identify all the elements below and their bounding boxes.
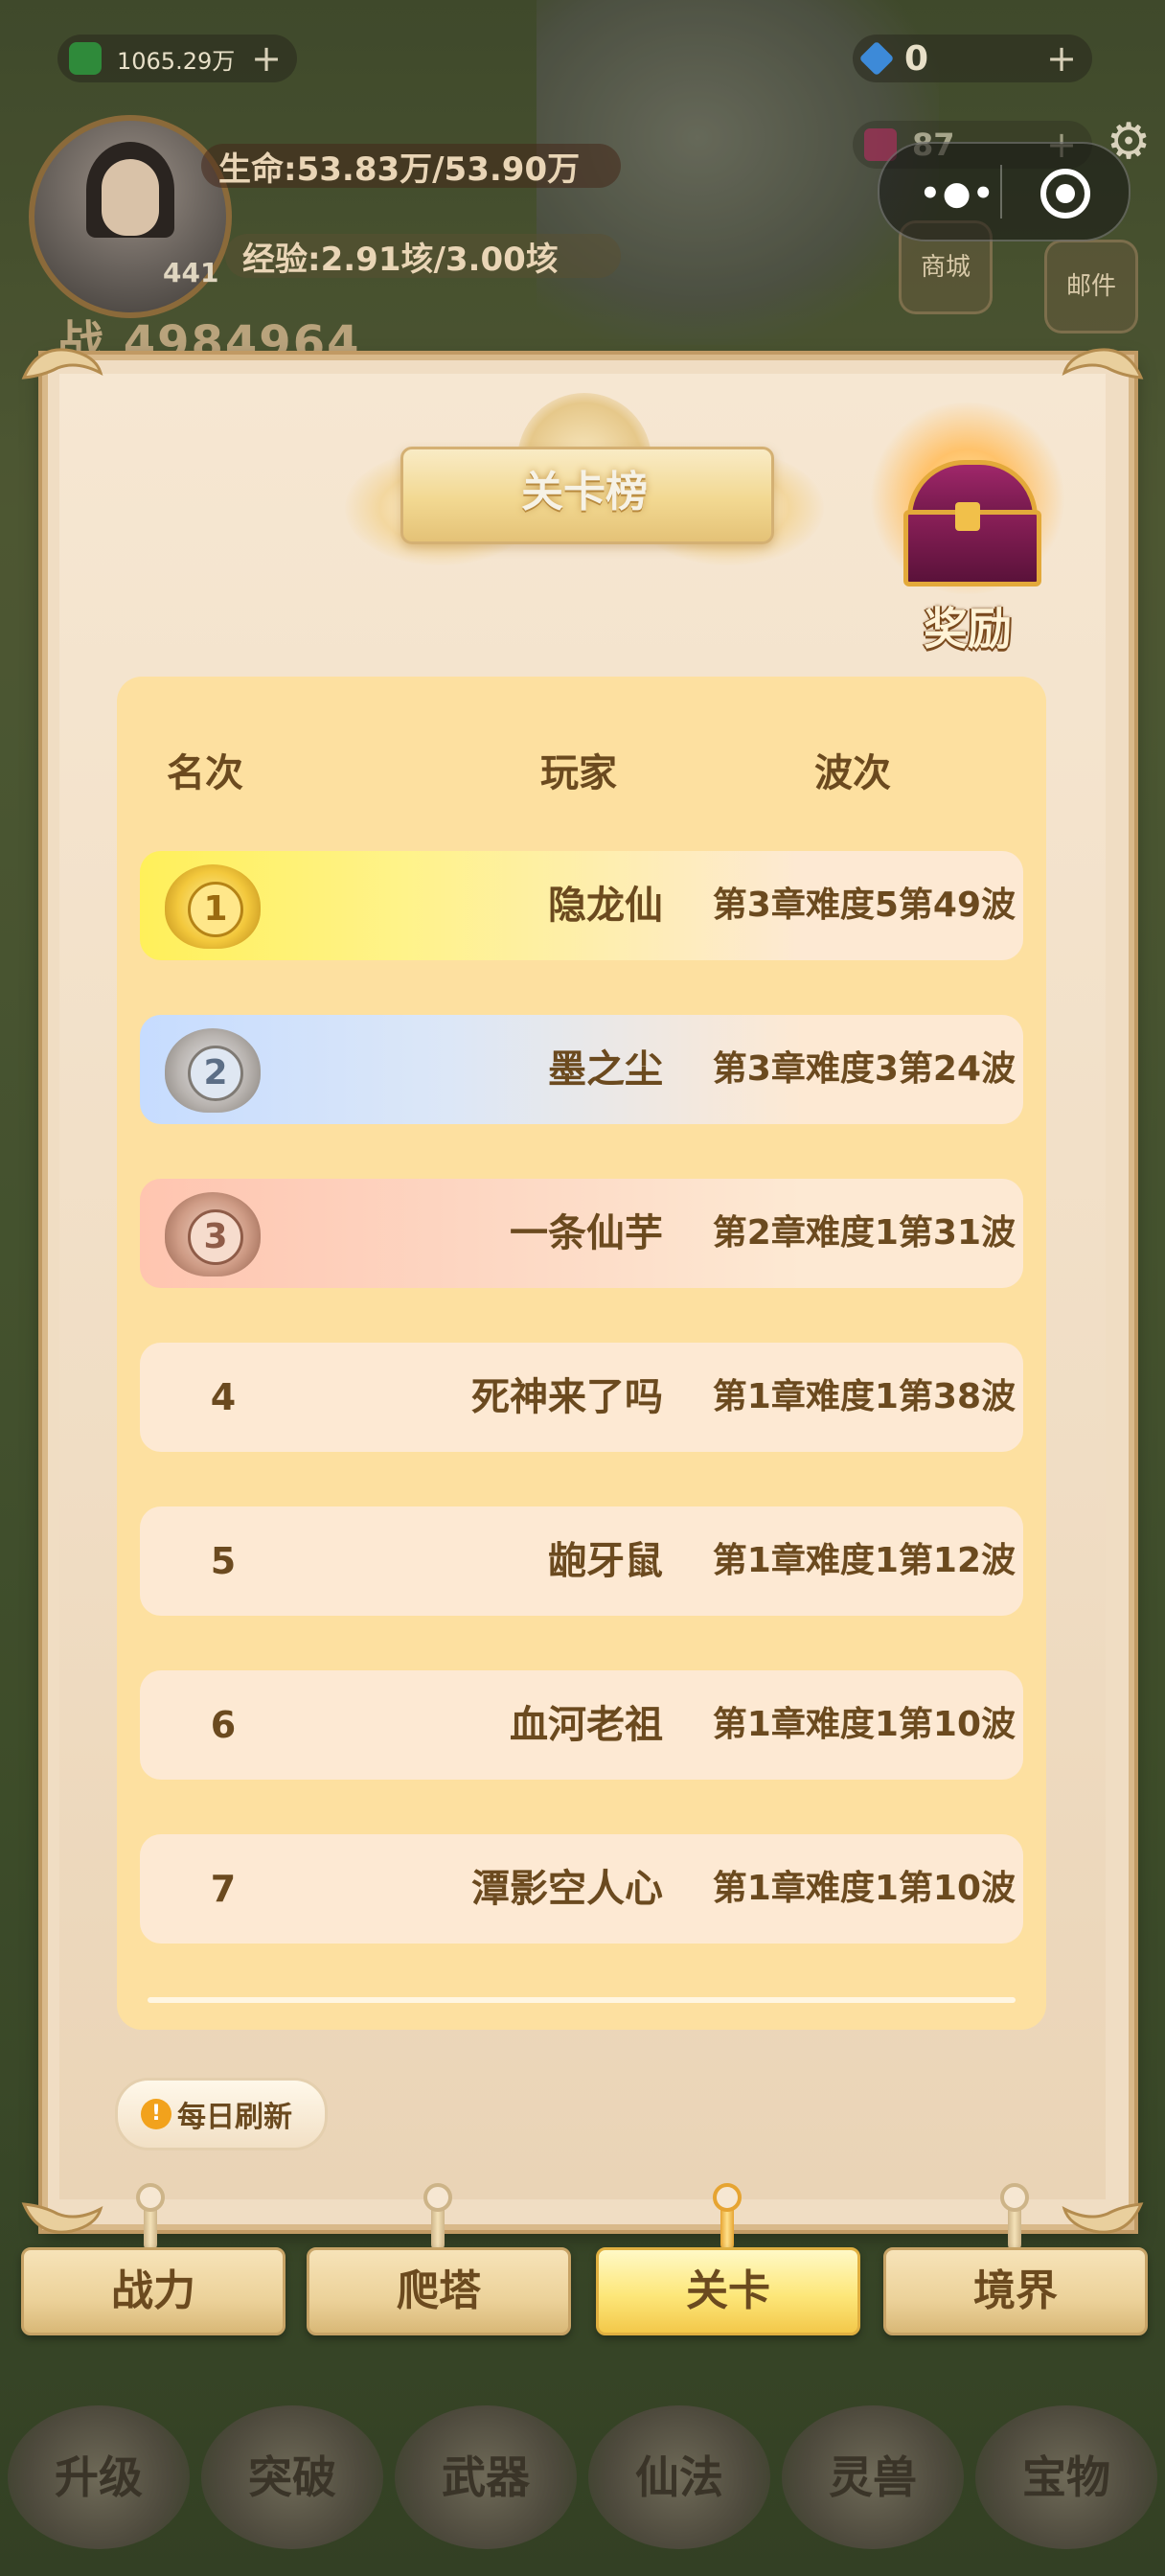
tab-hanger-ring bbox=[713, 2183, 742, 2212]
silver-medal-icon: 2 bbox=[159, 1024, 266, 1116]
player-wave: 第3章难度5第49波 bbox=[712, 886, 1016, 925]
rank-number: 7 bbox=[210, 1868, 237, 1910]
hp-bar: 生命:53.83万/53.90万 bbox=[201, 144, 621, 189]
player-wave: 第2章难度1第31波 bbox=[712, 1213, 1016, 1253]
info-icon: ! bbox=[141, 2099, 171, 2129]
menu-upgrade[interactable]: 升级 bbox=[8, 2405, 190, 2549]
player-wave: 第3章难度3第24波 bbox=[712, 1049, 1016, 1089]
rank-number: 5 bbox=[210, 1540, 237, 1582]
add-gold-button[interactable]: + bbox=[251, 37, 282, 80]
daily-refresh-badge: ! 每日刷新 bbox=[115, 2078, 328, 2150]
corner-ornament-bottom-right bbox=[1062, 2202, 1144, 2234]
menu-treasure[interactable]: 宝物 bbox=[975, 2405, 1157, 2549]
ranking-row[interactable]: 5 龅牙鼠 第1章难度1第12波 bbox=[140, 1506, 1023, 1616]
rank-number: 3 bbox=[188, 1209, 243, 1265]
menu-beast[interactable]: 灵兽 bbox=[782, 2405, 964, 2549]
tab-hanger-ring bbox=[136, 2183, 165, 2212]
player-name: 血河老祖 bbox=[510, 1703, 663, 1747]
ranking-row[interactable]: 3 一条仙芋 第2章难度1第31波 bbox=[140, 1179, 1023, 1288]
player-name: 潭影空人心 bbox=[471, 1867, 663, 1911]
tab-power[interactable]: 战力 bbox=[21, 2247, 286, 2335]
panel-title: 关卡榜 bbox=[521, 468, 648, 517]
tab-realm[interactable]: 境界 bbox=[883, 2247, 1148, 2335]
player-name: 龅牙鼠 bbox=[548, 1539, 663, 1583]
rank-number: 2 bbox=[188, 1046, 243, 1101]
rank-number: 4 bbox=[210, 1376, 237, 1418]
player-wave: 第1章难度1第10波 bbox=[712, 1869, 1016, 1908]
column-header-rank: 名次 bbox=[167, 751, 243, 795]
gem-currency-bar: 0 + bbox=[853, 34, 1092, 82]
player-wave: 第1章难度1第12波 bbox=[712, 1541, 1016, 1580]
player-name: 一条仙芋 bbox=[510, 1211, 663, 1255]
bronze-medal-icon: 3 bbox=[159, 1188, 266, 1280]
rank-number: 6 bbox=[210, 1704, 237, 1746]
ranking-row[interactable]: 1 隐龙仙 第3章难度5第49波 bbox=[140, 851, 1023, 960]
player-name: 死神来了吗 bbox=[471, 1375, 663, 1419]
menu-spell[interactable]: 仙法 bbox=[588, 2405, 770, 2549]
corner-ornament-bottom-left bbox=[21, 2202, 103, 2234]
capsule-divider bbox=[1000, 165, 1002, 218]
gold-medal-icon: 1 bbox=[159, 861, 266, 953]
diamond-icon bbox=[858, 40, 895, 77]
chest-lock bbox=[955, 502, 980, 531]
tab-tower[interactable]: 爬塔 bbox=[307, 2247, 571, 2335]
player-wave: 第1章难度1第38波 bbox=[712, 1377, 1016, 1416]
ranking-row[interactable]: 4 死神来了吗 第1章难度1第38波 bbox=[140, 1343, 1023, 1452]
avatar-face bbox=[102, 159, 159, 236]
miniprogram-capsule: •●• bbox=[878, 142, 1131, 242]
reward-label: 奖励 bbox=[924, 603, 1012, 655]
close-miniprogram-icon[interactable] bbox=[1040, 169, 1090, 218]
daily-refresh-label: 每日刷新 bbox=[177, 2101, 292, 2134]
ranking-board[interactable]: 名次 玩家 波次 1 隐龙仙 第3章难度5第49波 2 墨之尘 第3章难度3第2… bbox=[117, 677, 1046, 2030]
tab-stage[interactable]: 关卡 bbox=[596, 2247, 860, 2335]
gem-amount: 0 bbox=[904, 38, 929, 79]
menu-weapon[interactable]: 武器 bbox=[395, 2405, 577, 2549]
corner-ornament-top-right bbox=[1062, 348, 1144, 380]
tab-hanger-ring bbox=[423, 2183, 452, 2212]
tab-hanger-ring bbox=[1000, 2183, 1029, 2212]
rank-number: 1 bbox=[188, 882, 243, 937]
menu-breakthrough[interactable]: 突破 bbox=[201, 2405, 383, 2549]
column-header-wave: 波次 bbox=[814, 751, 891, 795]
title-banner: 关卡榜 bbox=[345, 393, 824, 585]
next-row-edge bbox=[148, 1997, 1016, 2003]
exp-bar: 经验:2.91垓/3.00垓 bbox=[225, 234, 621, 279]
player-level: 441 bbox=[163, 257, 219, 288]
cash-icon bbox=[69, 42, 102, 75]
column-header-player: 玩家 bbox=[540, 751, 617, 795]
gold-currency-bar: 1065.29万 + bbox=[57, 34, 297, 82]
ranking-row[interactable]: 2 墨之尘 第3章难度3第24波 bbox=[140, 1015, 1023, 1124]
ranking-row[interactable]: 7 潭影空人心 第1章难度1第10波 bbox=[140, 1834, 1023, 1944]
add-gem-button[interactable]: + bbox=[1046, 37, 1077, 80]
ranking-row[interactable]: 6 血河老祖 第1章难度1第10波 bbox=[140, 1670, 1023, 1780]
player-name: 隐龙仙 bbox=[548, 884, 663, 928]
player-wave: 第1章难度1第10波 bbox=[712, 1705, 1016, 1744]
gold-amount: 1065.29万 bbox=[117, 47, 236, 75]
mail-button[interactable]: 邮件 bbox=[1044, 240, 1138, 334]
corner-ornament-top-left bbox=[21, 348, 103, 380]
more-menu-icon[interactable]: •●• bbox=[920, 174, 995, 213]
reward-button[interactable]: 奖励 bbox=[867, 402, 1068, 655]
player-name: 墨之尘 bbox=[548, 1047, 663, 1092]
